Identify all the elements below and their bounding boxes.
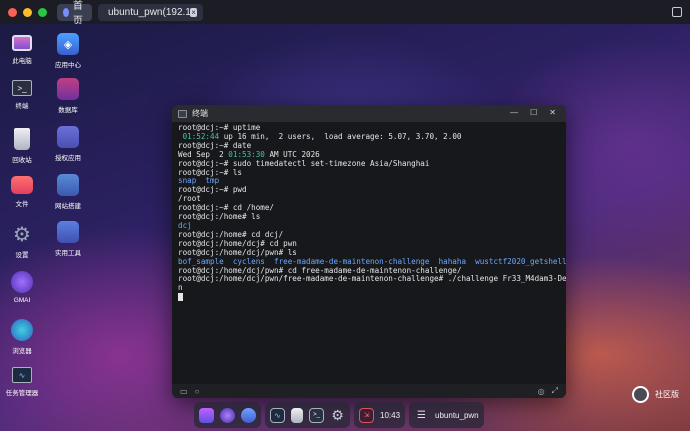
desktop-icon-database[interactable]: 数据库 <box>46 78 90 114</box>
recording-icon[interactable]: ⇲ <box>359 407 374 423</box>
search-icon[interactable]: ○ <box>195 387 200 396</box>
tools-icon <box>57 221 79 243</box>
top-tab-bar: 首页 ubuntu_pwn(192.168... × <box>0 0 690 27</box>
desktop-icon-gmai[interactable]: GMAI <box>0 271 44 304</box>
maximize-window-button[interactable] <box>38 7 47 17</box>
terminal-icon[interactable]: >_ <box>309 407 324 423</box>
launcher-icon[interactable] <box>199 407 214 423</box>
terminal-footer: ▭ ○ ◎ ⤢ <box>172 384 566 398</box>
assistant-icon[interactable] <box>220 407 235 423</box>
tab-home-label: 首页 <box>72 1 83 27</box>
gmai-icon <box>11 271 33 293</box>
terminal-prompt-line[interactable] <box>178 293 560 303</box>
user-icon[interactable] <box>241 407 256 423</box>
community-edition-badge[interactable]: 社区版 <box>632 386 679 403</box>
database-icon <box>57 78 79 100</box>
settings-icon[interactable]: ◎ <box>538 387 545 396</box>
computer-icon <box>12 35 32 51</box>
website-builder-icon <box>57 174 79 196</box>
authorized-apps-icon <box>57 126 79 148</box>
home-icon <box>63 7 69 17</box>
desktop-icon-website-builder[interactable]: 网站搭建 <box>46 174 90 210</box>
desktop-icon-app-center[interactable]: ◈ 应用中心 <box>46 33 90 69</box>
terminal-window-controls: — ☐ ✕ <box>510 108 556 117</box>
terminal-line: root@dcj:~# ls <box>178 167 243 177</box>
terminal-line: n <box>178 283 183 293</box>
desktop-icon-computer[interactable]: 此电脑 <box>0 35 44 65</box>
gear-icon: ⚙ <box>13 223 31 246</box>
terminal-line: root@dcj:~# pwd <box>178 185 247 195</box>
terminal-output[interactable]: root@dcj:~# uptime 01:52:44 up 16 min, 2… <box>172 122 566 305</box>
tab-close-icon[interactable]: × <box>190 7 197 17</box>
tab-home[interactable]: 首页 <box>57 1 92 27</box>
terminal-title: 终端 <box>192 109 208 118</box>
window-controls <box>8 7 47 17</box>
dock-status: ⇲ 10:43 <box>354 402 406 428</box>
desktop-icon-task-manager[interactable]: ∿ 任务管理器 <box>0 367 44 397</box>
terminal-line: root@dcj:/home# ls <box>178 212 261 222</box>
gear-icon[interactable]: ⚙ <box>330 407 345 423</box>
minimize-window-button[interactable] <box>23 7 32 17</box>
task-manager-icon[interactable]: ∿ <box>270 407 285 423</box>
desktop-icon-files[interactable]: 文件 <box>0 176 44 208</box>
text-cursor <box>178 293 183 302</box>
dock-vm[interactable]: ☰ ubuntu_pwn <box>409 402 484 428</box>
dock-apps-left <box>194 402 261 428</box>
dock-apps-mid: ∿ >_ ⚙ <box>265 402 350 428</box>
folder-icon[interactable]: ▭ <box>180 387 188 396</box>
app-center-icon: ◈ <box>57 33 79 55</box>
close-window-button[interactable] <box>8 7 17 17</box>
tab-ubuntu-pwn[interactable]: ubuntu_pwn(192.168... × <box>98 3 203 21</box>
window-layout-icon[interactable] <box>672 7 682 17</box>
desktop-icon-settings[interactable]: ⚙ 设置 <box>0 223 44 260</box>
maximize-icon[interactable]: ☐ <box>530 108 537 117</box>
desktop-icon-authorized-apps[interactable]: 授权应用 <box>46 126 90 162</box>
trash-icon[interactable] <box>291 407 303 423</box>
community-icon <box>632 386 649 403</box>
browser-icon <box>11 319 33 341</box>
dock: ∿ >_ ⚙ ⇲ 10:43 ☰ ubuntu_pwn <box>194 402 484 428</box>
desktop-icon-terminal[interactable]: >_ 终端 <box>0 80 44 110</box>
task-manager-icon: ∿ <box>12 367 32 383</box>
minimize-icon[interactable]: — <box>510 108 518 117</box>
desktop-icon-tools[interactable]: 实用工具 <box>46 221 90 257</box>
dock-vm-name: ubuntu_pwn <box>435 410 479 420</box>
close-icon[interactable]: ✕ <box>549 108 556 117</box>
trash-icon <box>14 128 30 150</box>
desktop-icon-browser[interactable]: 浏览器 <box>0 319 44 355</box>
desktop-icon-trash[interactable]: 回收站 <box>0 128 44 164</box>
expand-icon[interactable]: ⤢ <box>552 386 558 396</box>
vm-server-icon: ☰ <box>417 409 427 421</box>
terminal-title-bar[interactable]: 终端 — ☐ ✕ <box>172 105 566 122</box>
folder-icon <box>11 176 33 194</box>
terminal-icon: >_ <box>12 80 32 96</box>
terminal-window[interactable]: 终端 — ☐ ✕ root@dcj:~# uptime 01:52:44 up … <box>172 105 566 398</box>
terminal-icon <box>178 109 187 118</box>
terminal-line: root@dcj:/home/dcj/pwn/free-madame-de-ma… <box>178 274 566 284</box>
dock-time: 10:43 <box>380 410 401 420</box>
tab-ubuntu-pwn-label: ubuntu_pwn(192.168... <box>108 6 191 18</box>
